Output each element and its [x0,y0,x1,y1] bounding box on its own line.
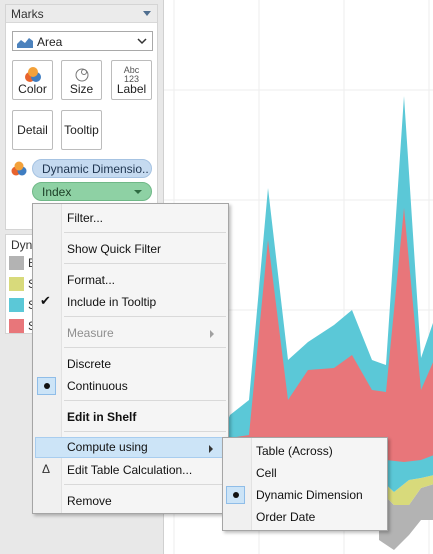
submenu-item-dynamic-dimension-label: Dynamic Dimension [256,488,363,502]
menu-item-edit-in-shelf-label: Edit in Shelf [67,410,137,424]
compute-using-submenu: Table (Across) Cell Dynamic Dimension Or… [222,437,388,531]
size-button[interactable]: Size [61,60,102,100]
menu-separator [64,263,226,264]
index-pill-label: Index [42,185,72,199]
menu-item-remove[interactable]: Remove [35,491,226,512]
submenu-item-dynamic-dimension[interactable]: Dynamic Dimension [225,484,385,506]
menu-item-edit-table-calculation-label: Edit Table Calculation... [67,463,193,477]
dynamic-dimension-pill-label: Dynamic Dimensio.. [42,162,149,176]
label-button-label: Label [116,82,147,96]
submenu-item-cell[interactable]: Cell [225,462,385,484]
menu-item-format[interactable]: Format... [35,270,226,291]
legend-swatch-2[interactable] [9,277,24,291]
submenu-item-cell-label: Cell [256,466,277,480]
color-legend-card: Dyna B S S S [5,234,39,334]
menu-item-show-quick-filter-label: Show Quick Filter [67,242,162,256]
menu-item-discrete[interactable]: Discrete [35,354,226,375]
color-encoding-icon [11,161,27,176]
color-button-label: Color [18,82,47,96]
mark-type-label: Area [37,35,63,49]
submenu-item-table-across[interactable]: Table (Across) [225,440,385,462]
checkmark-icon: ✔ [40,293,51,308]
delta-icon: Δ [42,462,51,476]
menu-separator [64,400,226,401]
mark-type-dropdown[interactable]: Area [12,31,153,51]
menu-item-remove-label: Remove [67,494,112,508]
menu-item-include-in-tooltip-label: Include in Tooltip [67,295,157,309]
tooltip-button[interactable]: Tooltip [61,110,102,150]
index-pill-dropdown-icon[interactable] [134,190,142,194]
menu-separator [64,431,226,432]
legend-swatch-4[interactable] [9,319,24,333]
submenu-item-order-date-label: Order Date [256,510,316,524]
menu-separator [64,232,226,233]
marks-card-header: Marks [6,5,157,23]
menu-separator [64,484,226,485]
menu-item-continuous-label: Continuous [67,379,128,393]
area-chart-icon [17,38,33,48]
legend-swatch-1[interactable] [9,256,24,270]
label-button[interactable]: Abc 123 Label [111,60,152,100]
radio-dot-icon [233,492,239,498]
radio-selected-indicator [37,377,56,395]
submenu-item-order-date[interactable]: Order Date [225,506,385,528]
menu-item-edit-in-shelf[interactable]: Edit in Shelf [35,407,226,428]
menu-separator [64,347,226,348]
context-menu: Filter... Show Quick Filter Format... ✔ … [32,203,229,514]
menu-item-format-label: Format... [67,273,116,287]
index-pill[interactable]: Index [32,182,152,201]
radio-selected-indicator [226,486,245,504]
chevron-down-icon [137,38,147,45]
menu-item-measure-label: Measure [67,326,114,340]
legend-swatch-3[interactable] [9,298,24,312]
menu-item-discrete-label: Discrete [67,357,112,371]
size-button-label: Size [69,82,94,96]
dynamic-dimension-pill[interactable]: Dynamic Dimensio.. [32,159,152,178]
submenu-item-table-across-label: Table (Across) [256,444,333,458]
menu-item-include-in-tooltip[interactable]: ✔ Include in Tooltip [35,292,226,313]
menu-item-measure: Measure [35,323,226,344]
menu-item-edit-table-calculation[interactable]: Δ Edit Table Calculation... [35,460,226,481]
submenu-arrow-icon [210,330,214,338]
menu-item-show-quick-filter[interactable]: Show Quick Filter [35,239,226,260]
menu-item-filter[interactable]: Filter... [35,208,226,229]
tooltip-button-label: Tooltip [64,123,99,137]
marks-title: Marks [11,7,44,21]
menu-item-filter-label: Filter... [67,211,104,225]
menu-separator [64,316,226,317]
menu-item-compute-using[interactable]: Compute using [35,437,226,458]
menu-item-compute-using-label: Compute using [67,440,148,454]
submenu-arrow-icon [209,445,213,453]
radio-dot-icon [44,383,50,389]
detail-button[interactable]: Detail [12,110,53,150]
detail-button-label: Detail [17,123,48,137]
marks-menu-arrow-icon[interactable] [143,11,151,16]
color-button[interactable]: Color [12,60,53,100]
menu-item-continuous[interactable]: Continuous [35,376,226,397]
